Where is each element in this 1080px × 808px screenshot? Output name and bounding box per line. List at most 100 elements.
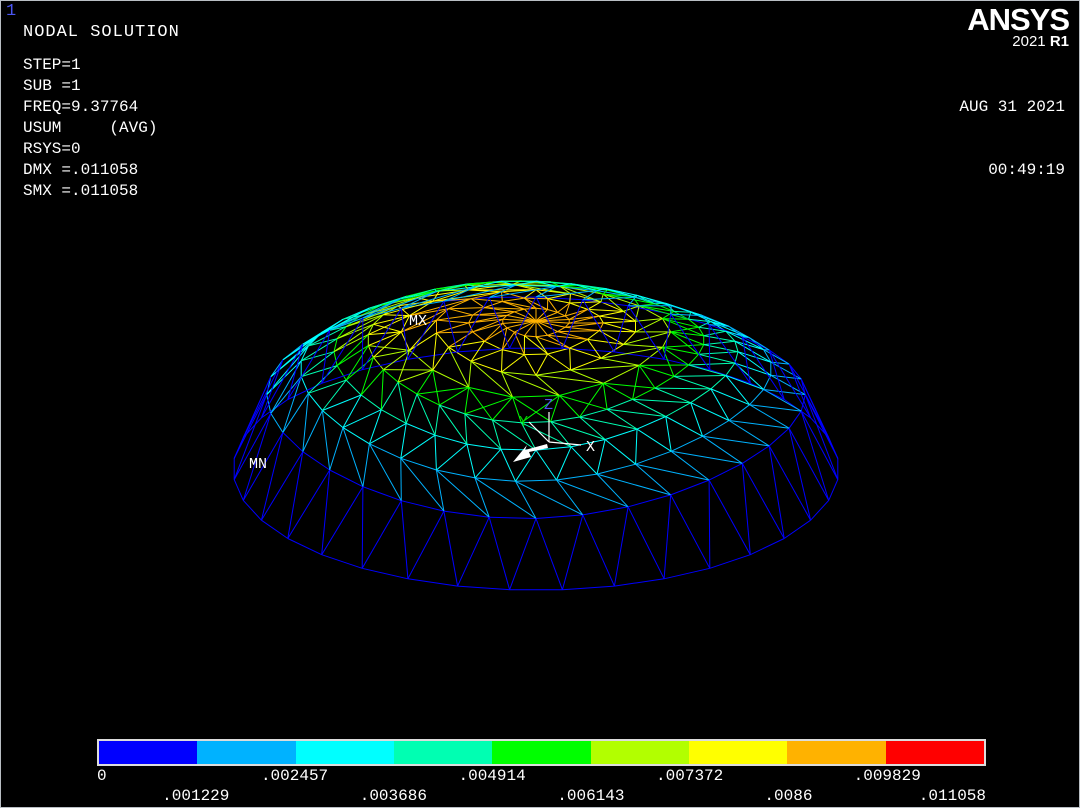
mesh-edge — [435, 405, 439, 435]
mesh-edge — [671, 306, 672, 314]
mesh-edge — [588, 339, 601, 358]
mesh-edge — [330, 308, 370, 330]
mesh-edge — [337, 346, 368, 366]
mesh-edge — [362, 501, 401, 569]
mesh-edge — [729, 326, 742, 336]
legend-tick-label: 0 — [97, 767, 107, 785]
mesh-edge — [588, 331, 600, 340]
mesh-edge — [301, 377, 308, 394]
mesh-edge — [562, 300, 582, 349]
mesh-edge — [580, 383, 604, 417]
mesh-edge — [536, 375, 559, 395]
mesh-edge — [465, 414, 467, 444]
mesh-edge — [558, 327, 566, 331]
mesh-edge — [369, 423, 406, 443]
mesh-edge — [699, 352, 738, 355]
mesh-edge — [465, 387, 469, 414]
mesh-edge — [362, 568, 408, 579]
mesh-edge — [261, 360, 283, 418]
mesh-edge — [283, 393, 309, 432]
mesh-edge — [671, 436, 702, 451]
mesh-edge — [471, 361, 512, 397]
mesh-edge — [322, 411, 329, 471]
mesh-edge — [583, 515, 615, 586]
mesh-edge — [628, 507, 664, 579]
mesh-edge — [401, 458, 444, 511]
mesh-edge — [346, 346, 368, 381]
mesh-edge — [603, 365, 639, 383]
mesh-edge — [369, 444, 401, 501]
mesh-edge — [243, 500, 261, 520]
mesh-edge — [524, 354, 547, 355]
mesh-edge — [666, 417, 671, 452]
triad-y-label: Y — [519, 414, 528, 431]
mesh-edge — [435, 435, 436, 470]
mesh-edge — [691, 389, 711, 403]
mesh-edge — [401, 423, 406, 458]
mesh-edge — [570, 348, 571, 370]
triad-z-label: Z — [544, 397, 553, 414]
mesh-edge — [597, 474, 671, 495]
mesh-edge — [666, 403, 691, 417]
mesh-edge — [599, 311, 623, 316]
mesh-edge — [562, 515, 582, 590]
mesh-edge — [633, 365, 640, 399]
mesh-edge — [471, 361, 501, 372]
max-value-label: MX — [409, 313, 427, 330]
mesh-edge — [469, 361, 471, 387]
mesh-edge — [524, 355, 536, 376]
mesh-edge — [633, 399, 666, 416]
mesh-edge — [401, 435, 435, 458]
mesh-edge — [433, 333, 437, 370]
mesh-edge — [261, 520, 287, 538]
mesh-edge — [510, 519, 536, 590]
mesh-edge — [361, 395, 381, 410]
mesh-edge — [750, 390, 764, 405]
mesh-edge — [475, 449, 501, 478]
mesh-edge — [570, 294, 571, 303]
legend-color-segment — [296, 741, 394, 764]
legend-tick-label: .002457 — [261, 767, 328, 785]
mesh-edge — [603, 321, 635, 323]
ansys-graphics-window: 1 NODAL SOLUTION STEP=1SUB =1FREQ=9.3776… — [0, 0, 1080, 808]
mesh-edge — [536, 519, 562, 590]
mesh-edge — [322, 470, 330, 555]
mesh-edge — [383, 370, 398, 383]
mesh-edge — [729, 421, 789, 429]
mesh-edge — [437, 320, 469, 323]
mesh-edge — [548, 332, 558, 336]
legend-color-segment — [197, 741, 295, 764]
mesh-edge — [674, 376, 711, 389]
mesh-edge — [516, 480, 557, 481]
mesh-edge — [674, 365, 689, 376]
mesh-edge — [322, 411, 343, 428]
mesh-edge — [559, 383, 603, 395]
mesh-edge — [633, 399, 691, 402]
mesh-edge — [288, 539, 322, 555]
mesh-edge — [398, 370, 433, 382]
mesh-edge — [322, 487, 363, 555]
mesh-edge — [704, 345, 738, 352]
mesh-edge — [381, 410, 406, 424]
mesh-edge — [502, 292, 503, 302]
mesh-edge — [709, 463, 742, 480]
mesh-edge — [343, 428, 369, 444]
mesh-edge — [639, 365, 674, 376]
mesh-edge — [436, 470, 489, 517]
mesh-edge — [636, 429, 637, 464]
mesh-edge — [558, 331, 600, 332]
mesh-edge — [261, 344, 302, 418]
mesh-edge — [503, 323, 507, 327]
contour-legend: 0.001229.002457.003686.004914.006143.007… — [97, 739, 986, 808]
mesh-edge — [536, 337, 548, 354]
mesh-edge — [417, 387, 469, 394]
mesh-edge — [433, 370, 440, 405]
mesh-edge — [603, 383, 607, 409]
mesh-edge — [502, 350, 503, 372]
mesh-edge — [637, 429, 671, 451]
contour-plot: MXMNZYX — [1, 1, 1080, 808]
mesh-edge — [261, 433, 283, 521]
mesh-edge — [628, 495, 671, 507]
mesh-edge — [789, 364, 801, 379]
mesh-edge — [308, 393, 322, 410]
